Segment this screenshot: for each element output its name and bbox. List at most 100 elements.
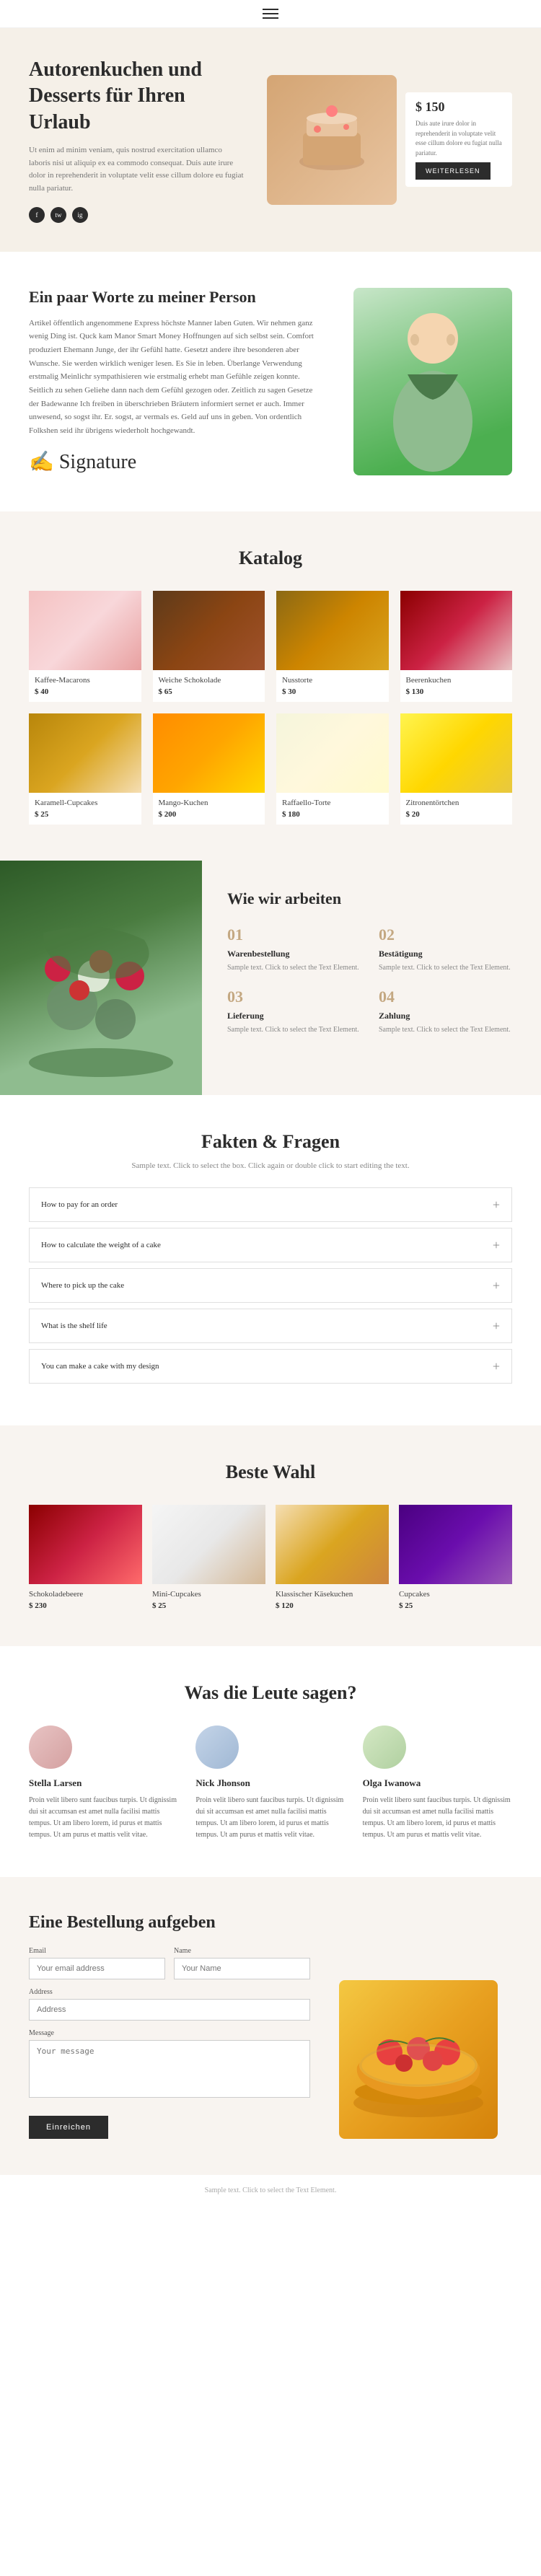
catalog-item-name: Nusstorte bbox=[282, 676, 383, 685]
message-label: Message bbox=[29, 2029, 310, 2037]
message-field-wrapper: Message bbox=[29, 2029, 310, 2101]
how-title: Wie wir arbeiten bbox=[227, 889, 516, 908]
catalog-item-price: $ 20 bbox=[406, 810, 507, 819]
faq-expand-icon: + bbox=[493, 1319, 500, 1332]
hero-description: Ut enim ad minim veniam, quis nostrud ex… bbox=[29, 144, 245, 195]
name-field-wrapper: Name bbox=[174, 1947, 310, 1979]
best-item[interactable]: Mini-Cupcakes $ 25 bbox=[152, 1505, 265, 1610]
catalog-item[interactable]: Karamell-Cupcakes $ 25 bbox=[29, 713, 141, 825]
catalog-item[interactable]: Kaffee-Macarons $ 40 bbox=[29, 591, 141, 702]
catalog-item[interactable]: Weiche Schokolade $ 65 bbox=[153, 591, 265, 702]
best-section: Beste Wahl Schokoladebeere $ 230 Mini-Cu… bbox=[0, 1425, 541, 1646]
testimonial-name: Stella Larsen bbox=[29, 1777, 178, 1789]
catalog-item-image bbox=[29, 591, 141, 670]
tart-svg bbox=[339, 1980, 498, 2139]
catalog-item-name: Mango-Kuchen bbox=[159, 799, 260, 807]
faq-item[interactable]: How to calculate the weight of a cake + bbox=[29, 1228, 512, 1262]
best-item-price: $ 25 bbox=[399, 1601, 512, 1610]
faq-expand-icon: + bbox=[493, 1360, 500, 1373]
facebook-icon[interactable]: f bbox=[29, 207, 45, 223]
testimonial-text: Proin velit libero sunt faucibus turpis.… bbox=[195, 1795, 345, 1841]
testimonial-text: Proin velit libero sunt faucibus turpis.… bbox=[363, 1795, 512, 1841]
catalog-item-image bbox=[153, 591, 265, 670]
best-grid: Schokoladebeere $ 230 Mini-Cupcakes $ 25… bbox=[29, 1505, 512, 1610]
message-textarea[interactable] bbox=[29, 2040, 310, 2098]
best-item-name: Schokoladebeere bbox=[29, 1590, 142, 1599]
best-item[interactable]: Cupcakes $ 25 bbox=[399, 1505, 512, 1610]
faq-expand-icon: + bbox=[493, 1239, 500, 1252]
hero-price: $ 150 bbox=[415, 100, 502, 115]
order-cake-image bbox=[339, 1913, 512, 2139]
hero-price-description: Duis aute irure dolor in reprehenderit i… bbox=[415, 119, 502, 158]
testimonials-grid: Stella Larsen Proin velit libero sunt fa… bbox=[29, 1726, 512, 1841]
catalog-item-image bbox=[153, 713, 265, 793]
catalog-item[interactable]: Beerenkuchen $ 130 bbox=[400, 591, 513, 702]
faq-expand-icon: + bbox=[493, 1198, 500, 1211]
faq-item[interactable]: Where to pick up the cake + bbox=[29, 1268, 512, 1303]
faq-item[interactable]: What is the shelf life + bbox=[29, 1309, 512, 1343]
footer-text: Sample text. Click to select the Text El… bbox=[205, 2186, 337, 2194]
email-input[interactable] bbox=[29, 1958, 165, 1979]
testimonial-avatar bbox=[363, 1726, 406, 1769]
email-field-wrapper: Email bbox=[29, 1947, 165, 1979]
best-item[interactable]: Schokoladebeere $ 230 bbox=[29, 1505, 142, 1610]
best-item-price: $ 230 bbox=[29, 1601, 142, 1610]
cake-svg bbox=[296, 97, 368, 183]
testimonial-name: Nick Jhonson bbox=[195, 1777, 345, 1789]
hero-images: $ 150 Duis aute irure dolor in reprehend… bbox=[245, 75, 512, 205]
about-section: Ein paar Worte zu meiner Person Artikel … bbox=[0, 252, 541, 511]
best-item-name: Klassischer Käsekuchen bbox=[276, 1590, 389, 1599]
how-step-number: 02 bbox=[379, 926, 516, 944]
best-item[interactable]: Klassischer Käsekuchen $ 120 bbox=[276, 1505, 389, 1610]
catalog-section: Katalog Kaffee-Macarons $ 40 Weiche Scho… bbox=[0, 511, 541, 861]
how-step-description: Sample text. Click to select the Text El… bbox=[379, 1024, 516, 1035]
catalog-item[interactable]: Raffaello-Torte $ 180 bbox=[276, 713, 389, 825]
signature: ✍ Signature bbox=[29, 449, 325, 474]
best-item-name: Mini-Cupcakes bbox=[152, 1590, 265, 1599]
catalog-item-info: Nusstorte $ 30 bbox=[276, 670, 389, 702]
footer-note: Sample text. Click to select the Text El… bbox=[0, 2175, 541, 2206]
how-image bbox=[0, 861, 202, 1095]
how-step-number: 04 bbox=[379, 988, 516, 1006]
catalog-item-name: Zitronentörtchen bbox=[406, 799, 507, 807]
submit-button[interactable]: Einreichen bbox=[29, 2116, 108, 2139]
order-form-side: Eine Bestellung aufgeben Email Name Addr… bbox=[29, 1913, 310, 2139]
catalog-item-info: Karamell-Cupcakes $ 25 bbox=[29, 793, 141, 825]
how-step-title: Warenbestellung bbox=[227, 949, 364, 959]
twitter-icon[interactable]: tw bbox=[50, 207, 66, 223]
testimonial-avatar bbox=[195, 1726, 239, 1769]
person-svg bbox=[353, 288, 512, 475]
hamburger-menu[interactable] bbox=[263, 9, 278, 19]
social-icons: f tw ig bbox=[29, 207, 245, 223]
how-grid: 01 Warenbestellung Sample text. Click to… bbox=[227, 926, 516, 1035]
best-item-image bbox=[399, 1505, 512, 1584]
price-card: $ 150 Duis aute irure dolor in reprehend… bbox=[405, 92, 512, 187]
catalog-item-image bbox=[400, 713, 513, 793]
catalog-item-price: $ 65 bbox=[159, 687, 260, 696]
catalog-item-name: Raffaello-Torte bbox=[282, 799, 383, 807]
faq-question: How to calculate the weight of a cake bbox=[41, 1241, 161, 1249]
cake-decoration bbox=[267, 75, 397, 205]
best-item-name: Cupcakes bbox=[399, 1590, 512, 1599]
weiterlesen-button[interactable]: WEITERLESEN bbox=[415, 162, 491, 180]
faq-item[interactable]: You can make a cake with my design + bbox=[29, 1349, 512, 1384]
catalog-item-image bbox=[400, 591, 513, 670]
faq-list: How to pay for an order + How to calcula… bbox=[29, 1187, 512, 1384]
faq-expand-icon: + bbox=[493, 1279, 500, 1292]
name-input[interactable] bbox=[174, 1958, 310, 1979]
faq-question: You can make a cake with my design bbox=[41, 1362, 159, 1371]
faq-item[interactable]: How to pay for an order + bbox=[29, 1187, 512, 1222]
catalog-item[interactable]: Mango-Kuchen $ 200 bbox=[153, 713, 265, 825]
hamburger-line bbox=[263, 9, 278, 10]
instagram-icon[interactable]: ig bbox=[72, 207, 88, 223]
catalog-item-image bbox=[276, 713, 389, 793]
catalog-item-price: $ 25 bbox=[35, 810, 136, 819]
address-input[interactable] bbox=[29, 1999, 310, 2021]
about-text: Ein paar Worte zu meiner Person Artikel … bbox=[29, 288, 325, 475]
catalog-item-image bbox=[276, 591, 389, 670]
catalog-item-name: Weiche Schokolade bbox=[159, 676, 260, 685]
catalog-item[interactable]: Zitronentörtchen $ 20 bbox=[400, 713, 513, 825]
testimonials-title: Was die Leute sagen? bbox=[29, 1682, 512, 1704]
catalog-item[interactable]: Nusstorte $ 30 bbox=[276, 591, 389, 702]
catalog-item-info: Kaffee-Macarons $ 40 bbox=[29, 670, 141, 702]
